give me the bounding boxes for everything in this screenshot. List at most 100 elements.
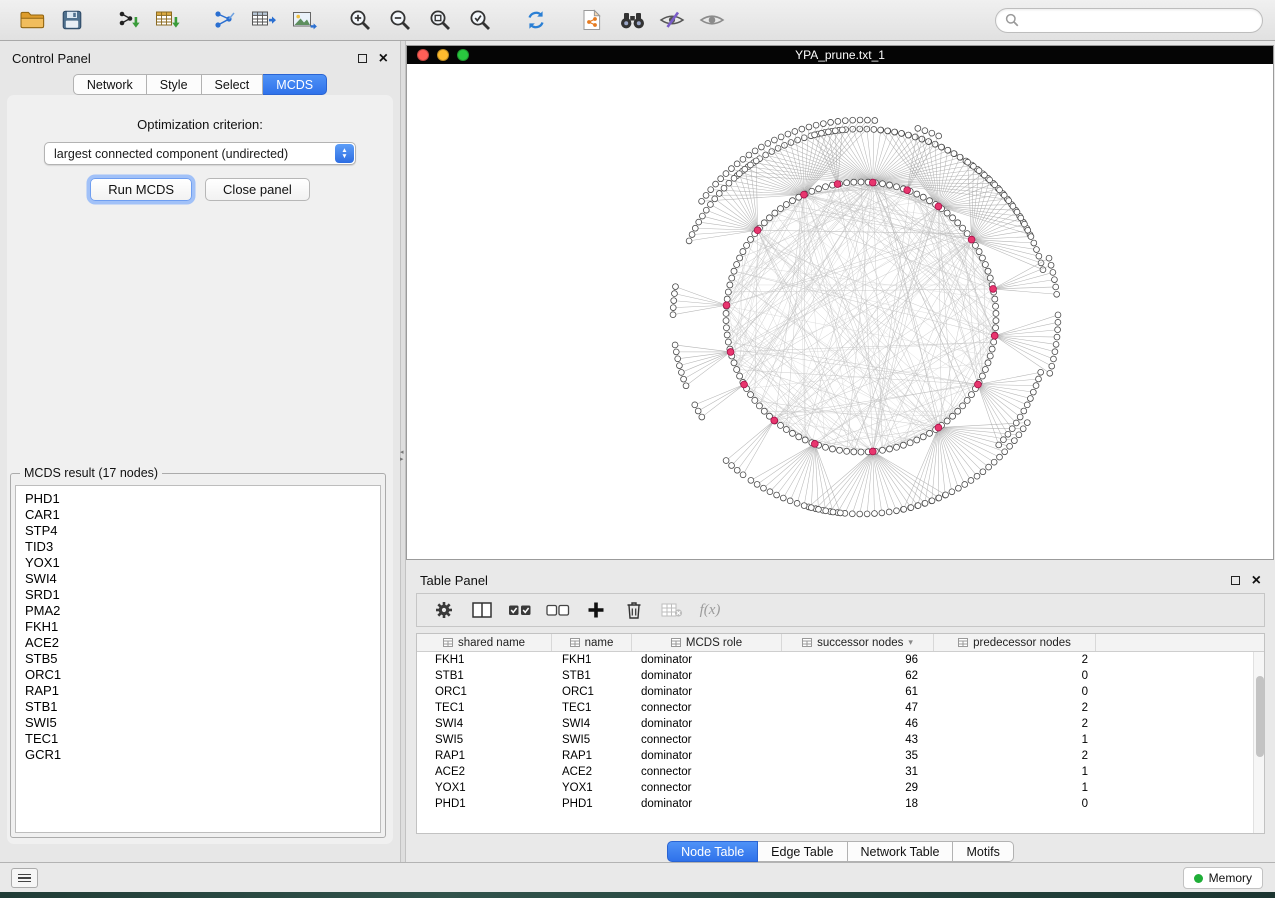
mcds-result-title: MCDS result (17 nodes): [20, 466, 162, 480]
mcds-result-item[interactable]: YOX1: [25, 555, 371, 571]
mcds-result-item[interactable]: PMA2: [25, 603, 371, 619]
column-header-name[interactable]: name: [552, 634, 632, 651]
folder-icon: [20, 10, 45, 30]
mcds-result-item[interactable]: ORC1: [25, 667, 371, 683]
mcds-result-item[interactable]: STB5: [25, 651, 371, 667]
toolbar-search[interactable]: [995, 8, 1263, 33]
table-row[interactable]: TEC1TEC1connector472: [417, 700, 1264, 716]
mcds-result-item[interactable]: PHD1: [25, 491, 371, 507]
deselect-all-button[interactable]: [539, 603, 577, 618]
network-graph[interactable]: [407, 64, 1273, 559]
scrollbar-thumb[interactable]: [1256, 676, 1264, 757]
splitter-handle-icon[interactable]: ◂▸: [400, 449, 404, 463]
float-panel-button[interactable]: [358, 54, 367, 63]
table-scrollbar[interactable]: [1253, 652, 1264, 833]
mcds-result-item[interactable]: STP4: [25, 523, 371, 539]
network-canvas[interactable]: [407, 64, 1273, 559]
zoom-fit-button[interactable]: [420, 4, 460, 37]
optimization-criterion-select[interactable]: largest connected component (undirected)…: [44, 142, 356, 165]
export-image-button[interactable]: [284, 4, 324, 37]
tab-mcds[interactable]: MCDS: [263, 74, 327, 95]
mcds-result-list[interactable]: PHD1CAR1STP4TID3YOX1SWI4SRD1PMA2FKH1ACE2…: [15, 485, 381, 833]
control-panel-title: Control Panel: [12, 51, 91, 66]
refresh-button[interactable]: [516, 4, 556, 37]
optimization-criterion-label: Optimization criterion:: [7, 117, 393, 132]
search-input[interactable]: [1025, 13, 1253, 27]
mcds-result-item[interactable]: SWI5: [25, 715, 371, 731]
mcds-result-item[interactable]: SRD1: [25, 587, 371, 603]
graphics-details-button[interactable]: [692, 4, 732, 37]
control-panel-tabs: NetworkStyleSelectMCDS: [0, 74, 400, 95]
task-history-button[interactable]: [11, 868, 38, 888]
mcds-result-item[interactable]: TID3: [25, 539, 371, 555]
table-row[interactable]: ACE2ACE2connector311: [417, 764, 1264, 780]
delete-column-button[interactable]: [615, 601, 653, 619]
columns-icon: [472, 602, 492, 618]
zoom-out-button[interactable]: [380, 4, 420, 37]
window-minimize-light[interactable]: [437, 49, 449, 61]
mcds-result-item[interactable]: RAP1: [25, 683, 371, 699]
network-share-icon: [212, 9, 236, 31]
sort-indicator-icon: ▾: [908, 637, 913, 648]
memory-button[interactable]: Memory: [1183, 867, 1263, 889]
mcds-result-item[interactable]: FKH1: [25, 619, 371, 635]
table-row[interactable]: SWI4SWI4dominator462: [417, 716, 1264, 732]
share-document-button[interactable]: [572, 4, 612, 37]
table-row[interactable]: ORC1ORC1dominator610: [417, 684, 1264, 700]
network-view-window: YPA_prune.txt_1: [406, 45, 1274, 560]
memory-status-dot: [1194, 874, 1203, 883]
run-mcds-button[interactable]: Run MCDS: [90, 178, 192, 201]
close-table-panel-button[interactable]: ×: [1252, 575, 1261, 586]
close-panel-button[interactable]: Close panel: [205, 178, 310, 201]
eye-icon: [699, 11, 725, 29]
float-table-panel-button[interactable]: [1231, 576, 1240, 585]
table-row[interactable]: YOX1YOX1connector291: [417, 780, 1264, 796]
table-row[interactable]: STB1STB1dominator620: [417, 668, 1264, 684]
table-row[interactable]: SWI5SWI5connector431: [417, 732, 1264, 748]
function-builder-button[interactable]: f(x): [691, 602, 729, 619]
window-close-light[interactable]: [417, 49, 429, 61]
tab-style[interactable]: Style: [147, 74, 202, 95]
column-header-predecessor-nodes[interactable]: predecessor nodes: [934, 634, 1096, 651]
column-header-successor-nodes[interactable]: successor nodes▾: [782, 634, 934, 651]
checked-boxes-icon: [508, 603, 532, 618]
table-row[interactable]: PHD1PHD1dominator180: [417, 796, 1264, 812]
tab-select[interactable]: Select: [202, 74, 264, 95]
column-header-MCDS-role[interactable]: MCDS role: [632, 634, 782, 651]
refresh-icon: [524, 8, 548, 32]
zoom-selected-button[interactable]: [460, 4, 500, 37]
import-network-icon: [115, 9, 141, 31]
select-all-button[interactable]: [501, 603, 539, 618]
import-network-button[interactable]: [108, 4, 148, 37]
mcds-result-item[interactable]: STB1: [25, 699, 371, 715]
table-tab-edge-table[interactable]: Edge Table: [758, 841, 847, 862]
window-zoom-light[interactable]: [457, 49, 469, 61]
show-columns-button[interactable]: [463, 602, 501, 618]
save-session-button[interactable]: [52, 4, 92, 37]
close-panel-icon-button[interactable]: ×: [379, 53, 388, 64]
mcds-result-item[interactable]: SWI4: [25, 571, 371, 587]
table-tab-node-table[interactable]: Node Table: [667, 841, 758, 862]
zoom-in-button[interactable]: [340, 4, 380, 37]
clear-table-button-disabled[interactable]: [653, 602, 691, 618]
table-row[interactable]: FKH1FKH1dominator962: [417, 652, 1264, 668]
mcds-result-item[interactable]: CAR1: [25, 507, 371, 523]
tab-network[interactable]: Network: [73, 74, 147, 95]
mcds-result-item[interactable]: ACE2: [25, 635, 371, 651]
table-tab-motifs[interactable]: Motifs: [953, 841, 1013, 862]
network-window-titlebar[interactable]: YPA_prune.txt_1: [407, 46, 1273, 64]
main-area: Control Panel × NetworkStyleSelectMCDS O…: [0, 41, 1275, 862]
open-session-button[interactable]: [12, 4, 52, 37]
import-table-button[interactable]: [148, 4, 188, 37]
annotation-button[interactable]: [652, 4, 692, 37]
mcds-result-item[interactable]: TEC1: [25, 731, 371, 747]
export-table-button[interactable]: [244, 4, 284, 37]
table-row[interactable]: RAP1RAP1dominator352: [417, 748, 1264, 764]
column-header-shared-name[interactable]: shared name: [417, 634, 552, 651]
table-tab-network-table[interactable]: Network Table: [848, 841, 954, 862]
mcds-result-item[interactable]: GCR1: [25, 747, 371, 763]
add-column-button[interactable]: [577, 601, 615, 619]
table-settings-button[interactable]: [425, 601, 463, 619]
find-button[interactable]: [612, 4, 652, 37]
new-network-button[interactable]: [204, 4, 244, 37]
